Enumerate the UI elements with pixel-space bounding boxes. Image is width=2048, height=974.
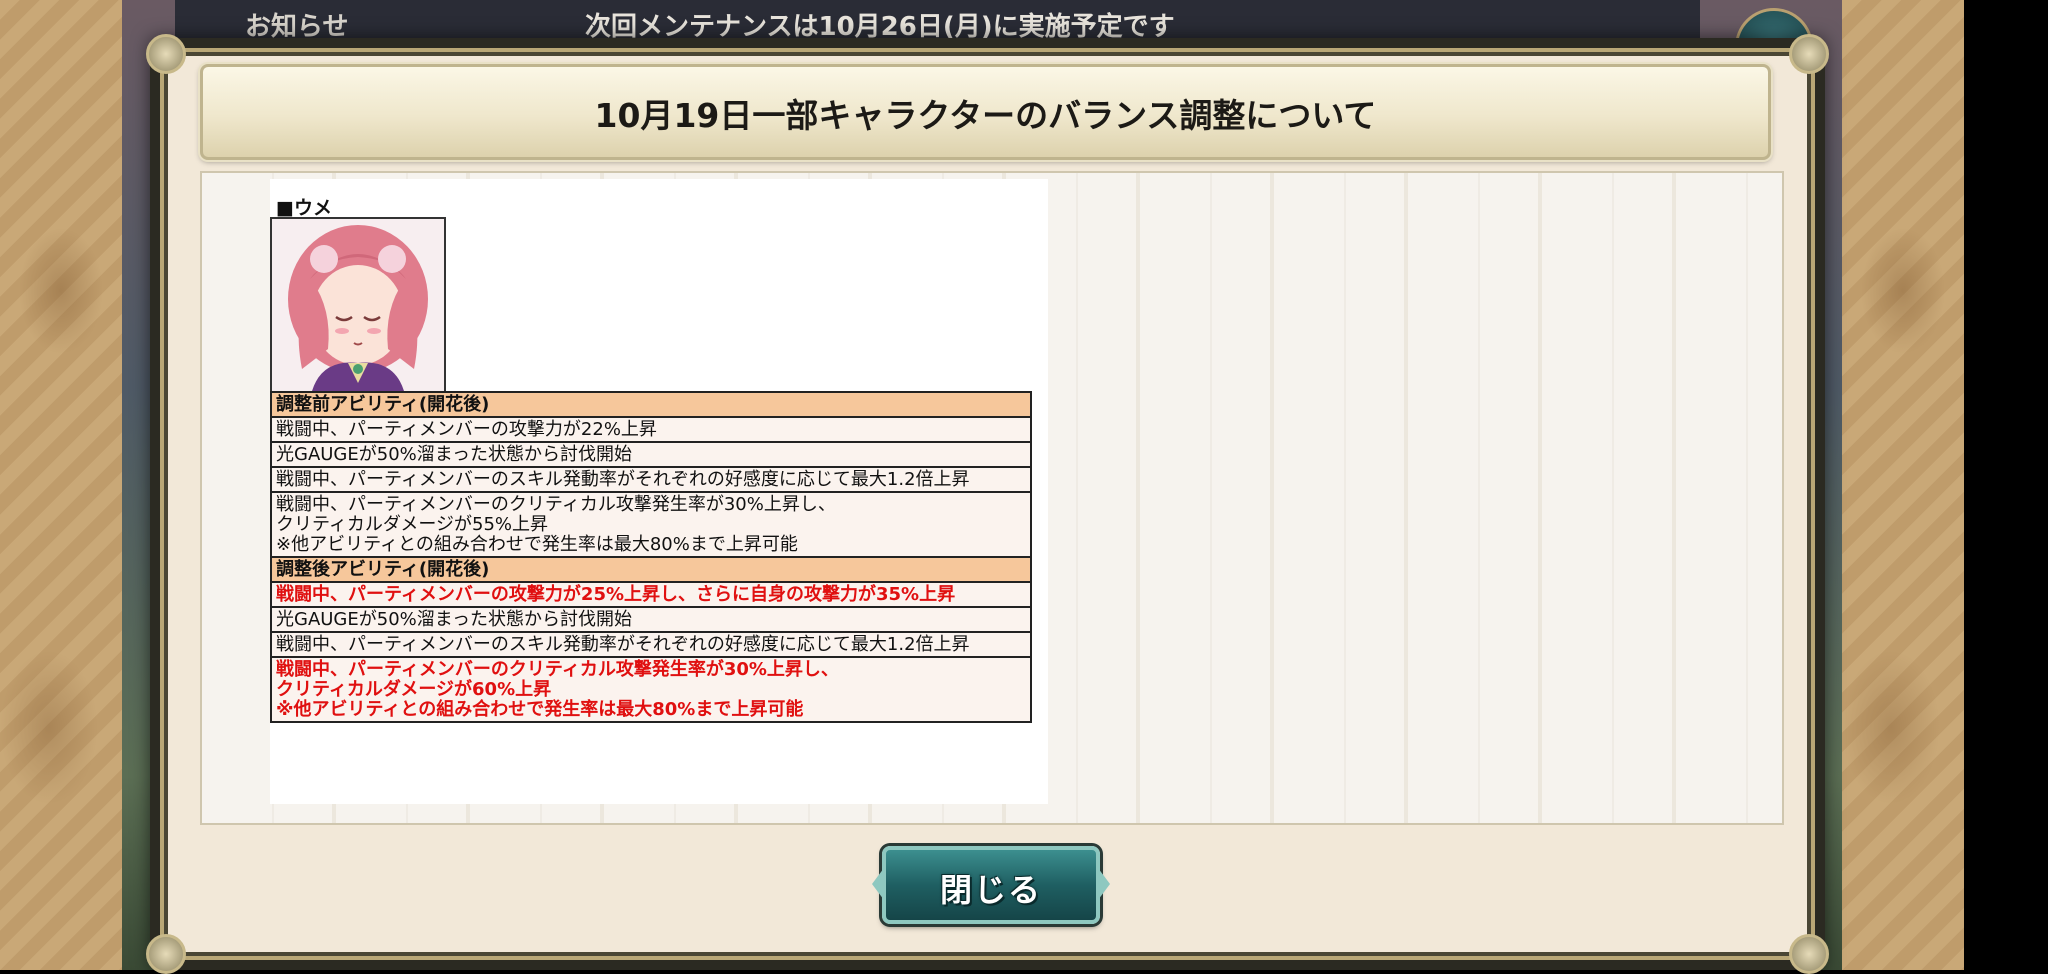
table-header-row: 調整後アビリティ(開花後) [270, 556, 1032, 583]
close-button[interactable]: 閉じる [872, 846, 1110, 924]
right-parchment-border [1842, 0, 1964, 970]
dialog-title: 10月19日一部キャラクターのバランス調整について [594, 96, 1377, 135]
close-button-label: 閉じる [939, 871, 1042, 909]
after-row-4: 戦闘中、パーティメンバーのクリティカル攻撃発生率が30%上昇し、 クリティカルダ… [270, 656, 1032, 723]
character-portrait-image [272, 219, 444, 391]
announcement-dialog: 10月19日一部キャラクターのバランス調整について ■ウメ 調整前アビリティ(開… [146, 34, 1829, 974]
corner-ornament-icon [1789, 934, 1829, 974]
table-row: 戦闘中、パーティメンバーのスキル発動率がそれぞれの好感度に応じて最大1.2倍上昇 [270, 466, 1032, 493]
dialog-content[interactable]: ■ウメ 調整前アビリティ(開花後) 戦闘中、パーティメンバーの攻撃力が22%上昇… [200, 171, 1784, 825]
after-row-1: 戦闘中、パーティメンバーの攻撃力が25%上昇し、さらに自身の攻撃力が35%上昇 [270, 581, 1032, 608]
corner-ornament-icon [146, 34, 186, 74]
character-portrait [270, 217, 446, 393]
right-letterbox [1964, 0, 2048, 970]
corner-ornament-icon [1789, 34, 1829, 74]
table-row: 戦闘中、パーティメンバーのクリティカル攻撃発生率が30%上昇し、 クリティカルダ… [270, 491, 1032, 558]
table-header-row: 調整前アビリティ(開花後) [270, 391, 1032, 418]
left-parchment-border [0, 0, 122, 970]
before-row-2: 光GAUGEが50%溜まった状態から討伐開始 [270, 441, 1032, 468]
table-row: 戦闘中、パーティメンバーのクリティカル攻撃発生率が30%上昇し、 クリティカルダ… [270, 656, 1032, 723]
table-row: 光GAUGEが50%溜まった状態から討伐開始 [270, 606, 1032, 633]
table-row: 戦闘中、パーティメンバーのスキル発動率がそれぞれの好感度に応じて最大1.2倍上昇 [270, 631, 1032, 658]
game-screen: お知らせ 次回メンテナンスは10月26日(月)に実施予定です 10月19日一部キ… [0, 0, 2048, 974]
table-row: 戦闘中、パーティメンバーの攻撃力が25%上昇し、さらに自身の攻撃力が35%上昇 [270, 581, 1032, 608]
before-row-3: 戦闘中、パーティメンバーのスキル発動率がそれぞれの好感度に応じて最大1.2倍上昇 [270, 466, 1032, 493]
before-row-1: 戦闘中、パーティメンバーの攻撃力が22%上昇 [270, 416, 1032, 443]
after-header: 調整後アビリティ(開花後) [270, 556, 1032, 583]
table-row: 光GAUGEが50%溜まった状態から討伐開始 [270, 441, 1032, 468]
after-row-2: 光GAUGEが50%溜まった状態から討伐開始 [270, 606, 1032, 633]
after-row-3: 戦闘中、パーティメンバーのスキル発動率がそれぞれの好感度に応じて最大1.2倍上昇 [270, 631, 1032, 658]
before-header: 調整前アビリティ(開花後) [270, 391, 1032, 418]
table-row: 戦闘中、パーティメンバーの攻撃力が22%上昇 [270, 416, 1032, 443]
dialog-header: 10月19日一部キャラクターのバランス調整について [200, 64, 1771, 160]
announcement-body: ■ウメ 調整前アビリティ(開花後) 戦闘中、パーティメンバーの攻撃力が22%上昇… [270, 179, 1048, 804]
before-row-4: 戦闘中、パーティメンバーのクリティカル攻撃発生率が30%上昇し、 クリティカルダ… [270, 491, 1032, 558]
character-name: ■ウメ [276, 197, 332, 219]
ability-table: 調整前アビリティ(開花後) 戦闘中、パーティメンバーの攻撃力が22%上昇 光GA… [270, 391, 1032, 723]
corner-ornament-icon [146, 934, 186, 974]
